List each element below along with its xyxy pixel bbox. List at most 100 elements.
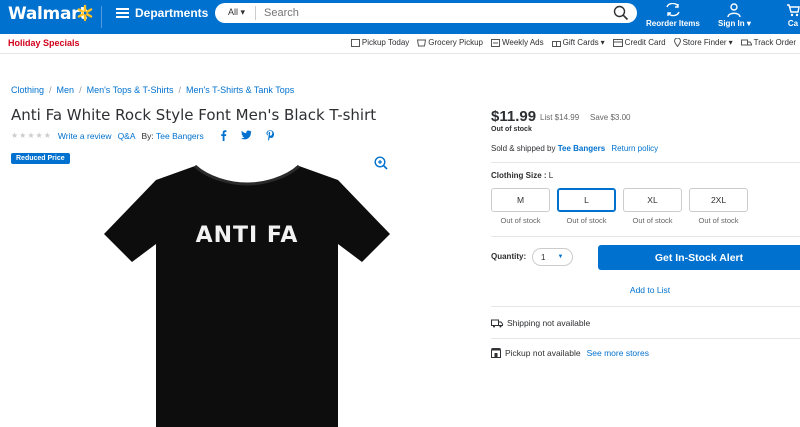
store-icon (350, 38, 360, 47)
size-label-text: Clothing Size : (491, 171, 547, 180)
divider (491, 162, 800, 163)
grocery-pickup-link[interactable]: Grocery Pickup (417, 38, 483, 47)
cart-button[interactable]: Ca (786, 3, 800, 28)
size-option-xl[interactable]: XL (623, 188, 682, 212)
breadcrumb-separator: / (79, 85, 82, 95)
seller-info: Sold & shipped by Tee Bangers Return pol… (491, 144, 658, 153)
gift-cards-label: Gift Cards (562, 38, 599, 47)
get-in-stock-alert-button[interactable]: Get In-Stock Alert (598, 245, 800, 270)
size-status-m: Out of stock (500, 216, 541, 225)
selected-size: L (548, 171, 554, 180)
reorder-label: Reorder Items (646, 19, 700, 28)
reorder-items-button[interactable]: Reorder Items (646, 2, 700, 28)
qa-link[interactable]: Q&A (118, 131, 136, 141)
current-price: $11.99 (491, 108, 537, 125)
weekly-ads-link[interactable]: Weekly Ads (490, 38, 544, 47)
divider (491, 306, 800, 307)
sign-in-label: Sign In ▾ (718, 19, 751, 28)
size-label: Clothing Size : L (491, 171, 553, 180)
user-icon (727, 3, 742, 18)
search-category-select[interactable]: All ▾ (228, 7, 245, 18)
grocery-icon (417, 39, 427, 46)
spark-icon (77, 4, 93, 22)
store-icon (491, 348, 501, 358)
rating-stars: ★★★★★ (11, 131, 52, 140)
store-finder-link[interactable]: Store Finder ▾ (673, 38, 733, 47)
breadcrumb-mens-tshirts[interactable]: Men's T-Shirts & Tank Tops (186, 85, 294, 95)
gift-cards-link[interactable]: Gift Cards ▾ (551, 38, 605, 47)
search-input[interactable] (264, 5, 584, 21)
track-order-link[interactable]: Track Order (740, 38, 796, 47)
location-pin-icon (673, 38, 681, 47)
brand-by: By: Tee Bangers (142, 131, 204, 141)
top-header: Walmart Departments All ▾ Reorder Items … (0, 0, 800, 34)
holiday-specials-link[interactable]: Holiday Specials (8, 38, 80, 48)
secondary-links: Pickup Today Grocery Pickup Weekly Ads G… (350, 38, 796, 47)
track-order-label: Track Order (753, 38, 796, 47)
credit-card-label: Credit Card (624, 38, 666, 47)
by-label: By: (141, 130, 154, 141)
search-divider (255, 6, 256, 20)
share-icons (220, 130, 274, 141)
grocery-pickup-label: Grocery Pickup (428, 38, 483, 47)
size-option-l[interactable]: L (557, 188, 616, 212)
search-icon[interactable] (613, 5, 629, 21)
twitter-icon[interactable] (240, 130, 252, 140)
shirt-print-text: ANTI FA (196, 223, 299, 248)
shipping-status: Shipping not available (491, 318, 590, 328)
departments-button[interactable]: Departments (116, 6, 208, 20)
menu-icon (116, 8, 129, 18)
pinterest-icon[interactable] (266, 130, 274, 141)
divider (491, 338, 800, 339)
breadcrumb-mens-tops[interactable]: Men's Tops & T-Shirts (87, 85, 174, 95)
product-title: Anti Fa White Rock Style Font Men's Blac… (11, 106, 377, 124)
breadcrumb: Clothing / Men / Men's Tops & T-Shirts /… (11, 85, 294, 95)
seller-link[interactable]: Tee Bangers (558, 144, 605, 153)
size-option-2xl[interactable]: 2XL (689, 188, 748, 212)
size-status-l: Out of stock (566, 216, 607, 225)
pickup-text: Pickup not available (505, 348, 581, 358)
see-more-stores-link[interactable]: See more stores (587, 348, 649, 358)
departments-label: Departments (135, 6, 209, 20)
search-bar: All ▾ (215, 3, 637, 23)
credit-card-link[interactable]: Credit Card (612, 38, 666, 47)
sold-by-label: Sold & shipped by (491, 144, 556, 153)
gift-icon (551, 40, 561, 47)
divider (491, 236, 800, 237)
size-option-m[interactable]: M (491, 188, 550, 212)
product-image[interactable]: ANTI FA (100, 158, 395, 427)
header-divider (101, 6, 102, 28)
return-policy-link[interactable]: Return policy (611, 144, 658, 153)
pickup-today-label: Pickup Today (361, 38, 410, 47)
size-status-2xl: Out of stock (698, 216, 739, 225)
ads-icon (490, 38, 500, 47)
quantity-value: 1 (541, 252, 546, 262)
breadcrumb-men[interactable]: Men (57, 85, 75, 95)
chevron-down-icon: ▼ (557, 254, 564, 260)
stock-status: Out of stock (491, 126, 532, 133)
brand-link[interactable]: Tee Bangers (156, 131, 204, 141)
reduced-price-badge: Reduced Price (11, 153, 70, 164)
quantity-label: Quantity: (491, 252, 527, 261)
write-review-link[interactable]: Write a review (58, 131, 112, 141)
pickup-status: Pickup not available See more stores (491, 348, 649, 358)
search-category-label: All (228, 7, 239, 17)
truck-icon (491, 319, 503, 327)
reorder-icon (666, 2, 680, 17)
facebook-icon[interactable] (220, 130, 227, 141)
secondary-nav: Holiday Specials Pickup Today Grocery Pi… (0, 34, 800, 54)
list-price: List $14.99 (540, 113, 580, 122)
savings: Save $3.00 (590, 113, 631, 122)
size-status-xl: Out of stock (632, 216, 673, 225)
pickup-today-link[interactable]: Pickup Today (350, 38, 410, 47)
breadcrumb-separator: / (49, 85, 52, 95)
quantity-select[interactable]: 1 ▼ (532, 248, 573, 266)
credit-card-icon (612, 38, 623, 47)
sign-in-button[interactable]: Sign In ▾ (718, 3, 751, 28)
add-to-list-link[interactable]: Add to List (598, 285, 702, 295)
breadcrumb-clothing[interactable]: Clothing (11, 85, 44, 95)
shipping-text: Shipping not available (507, 318, 591, 328)
store-finder-label: Store Finder (682, 38, 727, 47)
truck-icon (740, 39, 752, 45)
weekly-ads-label: Weekly Ads (501, 38, 544, 47)
